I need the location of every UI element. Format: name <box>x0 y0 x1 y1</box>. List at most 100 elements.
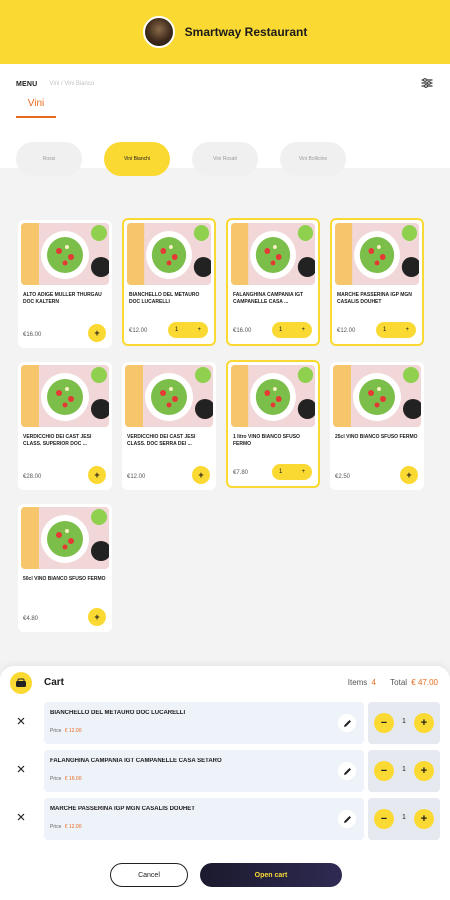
minus-icon[interactable]: − <box>374 761 394 781</box>
product-name: FALANGHINA CAMPANIA IGT CAMPANELLE CASA … <box>233 292 304 305</box>
product-name: ALTO ADIGE MULLER THURGAU DOC KALTERN <box>23 292 102 305</box>
price-label: Price <box>50 776 62 782</box>
cart-total: Total € 47.00 <box>390 678 438 687</box>
product-card[interactable]: VERDICCHIO DEI CAST JESI CLASS. SUPERIOR… <box>18 362 112 490</box>
salad-image <box>21 365 109 427</box>
close-icon[interactable] <box>10 806 32 828</box>
product-price: €12.00 <box>129 328 148 334</box>
salad-image <box>21 507 109 569</box>
filter-icon[interactable] <box>420 76 434 90</box>
cart-item: MARCHE PASSERINA IGP MGN CASALIS DOUHET … <box>44 798 364 840</box>
category-chips: Rossi Vini Bianchi Vini Rosati Vini Boll… <box>16 142 346 176</box>
salad-image <box>21 223 109 285</box>
cart-row: FALANGHINA CAMPANIA IGT CAMPANELLE CASA … <box>0 750 450 792</box>
cart-title: Cart <box>44 677 65 688</box>
plus-icon[interactable]: + <box>301 469 305 475</box>
qty-control: − 1 + <box>368 750 440 792</box>
salad-image <box>333 365 421 427</box>
category-chip-active[interactable]: Vini Bianchi <box>104 142 170 176</box>
product-card[interactable]: FALANGHINA CAMPANIA IGT CAMPANELLE CASA … <box>226 218 320 346</box>
price-value: € 16.00 <box>64 776 82 782</box>
close-icon[interactable] <box>10 758 32 780</box>
product-card[interactable]: 50cl VINO BIANCO SFUSO FERMO €4.80 + <box>18 504 112 632</box>
add-button[interactable]: + <box>88 466 106 484</box>
pencil-icon[interactable] <box>338 810 356 828</box>
minus-icon[interactable]: − <box>374 809 394 829</box>
salad-image <box>231 365 315 427</box>
price-value: € 12.00 <box>64 728 82 734</box>
product-name: BIANCHELLO DEL METAURO DOC LUCARELLI <box>129 292 200 305</box>
product-card[interactable]: ALTO ADIGE MULLER THURGAU DOC KALTERN €1… <box>18 220 112 348</box>
product-card[interactable]: 25cl VINO BIANCO SFUSO FERMO €2.50 + <box>330 362 424 490</box>
cart-row: BIANCHELLO DEL METAURO DOC LUCARELLI Pri… <box>0 702 450 744</box>
product-name: VERDICCHIO DEI CAST JESI CLASS. DOC SERR… <box>127 434 196 447</box>
minus-icon[interactable]: − <box>374 713 394 733</box>
product-grid: ALTO ADIGE MULLER THURGAU DOC KALTERN €1… <box>0 198 450 668</box>
qty-control: − 1 + <box>368 702 440 744</box>
cart-row: MARCHE PASSERINA IGP MGN CASALIS DOUHET … <box>0 798 450 840</box>
add-button[interactable]: + <box>88 324 106 342</box>
product-price: €12.00 <box>337 328 356 334</box>
total-label: Total <box>390 678 408 687</box>
tab-vini[interactable]: Vini <box>16 98 56 109</box>
product-card[interactable]: 1 litro VINO BIANCO SFUSO FERMO €7.80 1 + <box>226 360 320 488</box>
quantity-stepper[interactable]: 1 + <box>376 322 416 338</box>
plus-icon[interactable]: + <box>197 327 201 333</box>
menu-label[interactable]: MENU <box>16 81 37 88</box>
product-card[interactable]: MARCHE PASSERINA IGP MGN CASALIS DOUHET … <box>330 218 424 346</box>
pencil-icon[interactable] <box>338 714 356 732</box>
cart-item-name: MARCHE PASSERINA IGP MGN CASALIS DOUHET <box>50 806 195 812</box>
plus-icon[interactable]: + <box>301 327 305 333</box>
product-name: VERDICCHIO DEI CAST JESI CLASS. SUPERIOR… <box>23 434 92 447</box>
pencil-icon[interactable] <box>338 762 356 780</box>
product-name: 25cl VINO BIANCO SFUSO FERMO <box>335 434 418 440</box>
app-header: Smartway Restaurant <box>0 0 450 64</box>
qty-value: 1 <box>402 814 406 821</box>
open-cart-button[interactable]: Open cart <box>200 863 342 887</box>
category-chip[interactable]: Rossi <box>16 142 82 176</box>
add-button[interactable]: + <box>192 466 210 484</box>
qty-value: 1 <box>402 766 406 773</box>
product-price: €4.80 <box>23 616 39 622</box>
plus-icon[interactable]: + <box>414 761 434 781</box>
quantity-stepper[interactable]: 1 + <box>272 322 312 338</box>
category-chip[interactable]: Vini Rosati <box>192 142 258 176</box>
add-button[interactable]: + <box>88 608 106 626</box>
add-button[interactable]: + <box>400 466 418 484</box>
items-label: Items <box>347 678 368 687</box>
salad-image <box>125 365 213 427</box>
quantity-stepper[interactable]: 1 + <box>272 464 312 480</box>
product-name: 50cl VINO BIANCO SFUSO FERMO <box>23 576 106 582</box>
restaurant-name: Smartway Restaurant <box>184 25 308 39</box>
product-card[interactable]: VERDICCHIO DEI CAST JESI CLASS. DOC SERR… <box>122 362 216 490</box>
cart-item-name: BIANCHELLO DEL METAURO DOC LUCARELLI <box>50 710 186 716</box>
items-count: 4 <box>371 678 376 687</box>
salad-image <box>231 223 315 285</box>
salad-image <box>127 223 211 285</box>
cart-item-name: FALANGHINA CAMPANIA IGT CAMPANELLE CASA … <box>50 758 222 764</box>
plus-icon[interactable]: + <box>405 327 409 333</box>
stepper-qty: 1 <box>279 327 283 333</box>
product-card[interactable]: BIANCHELLO DEL METAURO DOC LUCARELLI €12… <box>122 218 216 346</box>
price-label: Price <box>50 824 62 830</box>
breadcrumb[interactable]: Vini / Vini Bianco <box>49 81 94 87</box>
close-icon[interactable] <box>10 710 32 732</box>
product-price: €2.50 <box>335 474 351 480</box>
plus-icon[interactable]: + <box>414 809 434 829</box>
total-value: € 47.00 <box>411 678 438 687</box>
menu-row: MENU Vini / Vini Bianco <box>16 76 434 92</box>
product-price: €12.00 <box>127 474 146 480</box>
product-name: MARCHE PASSERINA IGP MGN CASALIS DOUHET <box>337 292 412 305</box>
quantity-stepper[interactable]: 1 + <box>168 322 208 338</box>
product-price: €7.80 <box>233 470 249 476</box>
cancel-button[interactable]: Cancel <box>110 863 188 887</box>
qty-value: 1 <box>402 718 406 725</box>
category-chip[interactable]: Vini Bollicine <box>280 142 346 176</box>
stepper-qty: 1 <box>279 469 283 475</box>
stepper-qty: 1 <box>383 327 387 333</box>
cart-item-price: Price € 12.00 <box>50 824 81 830</box>
plus-icon[interactable]: + <box>414 713 434 733</box>
price-label: Price <box>50 728 62 734</box>
cart-header: Cart Items 4 Total € 47.00 <box>0 666 450 700</box>
tab-underline <box>16 116 56 118</box>
